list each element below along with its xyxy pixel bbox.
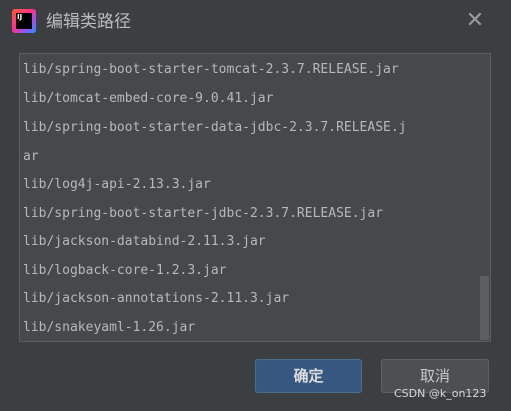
dialog-title: 编辑类路径 [46, 12, 131, 32]
classpath-line: lib/spring-boot-starter-tomcat-2.3.7.REL… [23, 62, 399, 77]
intellij-app-icon: IJ [12, 9, 36, 33]
edit-classpath-dialog: IJ 编辑类路径 ✕ lib/spring-boot-starter-tomca… [0, 0, 511, 411]
classpath-line: lib/jackson-annotations-2.11.3.jar [23, 291, 290, 306]
classpath-line: lib/snakeyaml-1.26.jar [23, 320, 196, 335]
classpath-line: ar [23, 149, 39, 164]
classpath-line: lib/jackson-databind-2.11.3.jar [23, 234, 266, 249]
classpath-line: lib/spring-boot-starter-jdbc-2.3.7.RELEA… [23, 206, 384, 221]
title-bar: IJ 编辑类路径 ✕ [0, 0, 511, 44]
classpath-line: lib/logback-core-1.2.3.jar [23, 263, 227, 278]
watermark: CSDN @k_on123 [394, 387, 487, 400]
classpath-line: lib/tomcat-embed-core-9.0.41.jar [23, 91, 274, 106]
app-icon-label: IJ [16, 13, 32, 29]
vertical-scrollbar-thumb[interactable] [480, 276, 489, 340]
ok-button[interactable]: 确定 [255, 359, 362, 393]
classpath-line: lib/log4j-api-2.13.3.jar [23, 177, 211, 192]
classpath-text-area[interactable]: lib/spring-boot-starter-tomcat-2.3.7.REL… [19, 53, 491, 342]
classpath-line: lib/spring-boot-starter-data-jdbc-2.3.7.… [23, 120, 407, 135]
close-icon[interactable]: ✕ [462, 8, 488, 34]
